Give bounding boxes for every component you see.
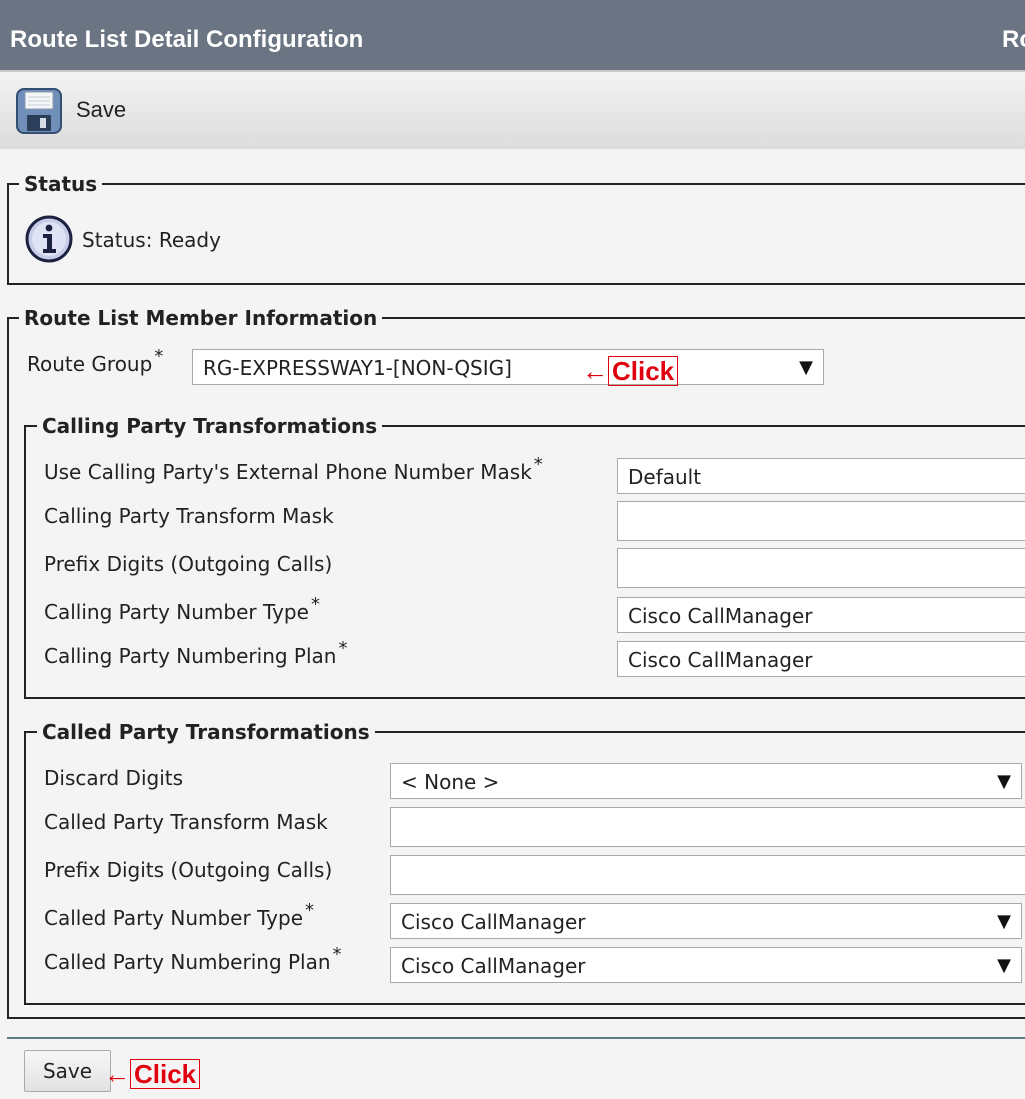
route-group-select[interactable]: RG-EXPRESSWAY1-[NON-QSIG] ▼: [192, 349, 824, 385]
called-transform-mask-label: Called Party Transform Mask: [44, 810, 328, 834]
click-annotation-route-group: ← Click: [582, 356, 679, 386]
called-party-legend: Called Party Transformations: [37, 720, 375, 744]
toolbar: Save: [0, 70, 1025, 149]
calling-transform-mask-input[interactable]: [617, 501, 1025, 541]
footer-divider: [7, 1037, 1025, 1039]
calling-party-legend: Calling Party Transformations: [37, 414, 383, 438]
status-text: Status: Ready: [82, 228, 221, 252]
called-number-type-label: Called Party Number Type *: [44, 900, 315, 930]
chevron-down-icon: ▼: [799, 357, 813, 378]
called-prefix-digits-label: Prefix Digits (Outgoing Calls): [44, 858, 333, 882]
calling-prefix-digits-label: Prefix Digits (Outgoing Calls): [44, 552, 333, 576]
status-legend: Status: [19, 172, 103, 196]
calling-number-type-label: Calling Party Number Type *: [44, 594, 320, 624]
called-transform-mask-input[interactable]: [390, 807, 1025, 847]
calling-transform-mask-label: Calling Party Transform Mask: [44, 504, 334, 528]
calling-numbering-plan-select[interactable]: Cisco CallManager: [617, 641, 1025, 677]
save-button[interactable]: Save: [24, 1050, 111, 1092]
called-number-type-select[interactable]: Cisco CallManager ▼: [390, 903, 1022, 939]
route-group-label: Route Group *: [27, 346, 164, 376]
required-marker: *: [332, 944, 342, 965]
floppy-disk-icon[interactable]: [15, 87, 63, 135]
calling-number-type-select[interactable]: Cisco CallManager: [617, 597, 1025, 633]
discard-digits-label: Discard Digits: [44, 766, 184, 790]
calling-ext-mask-label: Use Calling Party's External Phone Numbe…: [44, 454, 543, 484]
required-marker: *: [305, 900, 315, 921]
calling-prefix-digits-input[interactable]: [617, 548, 1025, 588]
page-title: Route List Detail Configuration: [10, 26, 364, 53]
info-icon: [25, 215, 73, 263]
header-right-text: Ro: [1002, 26, 1025, 53]
chevron-down-icon: ▼: [997, 955, 1011, 976]
discard-digits-select[interactable]: < None > ▼: [390, 763, 1022, 799]
click-annotation-save: ← Click: [104, 1059, 201, 1089]
chevron-down-icon: ▼: [997, 771, 1011, 792]
page-header: Route List Detail Configuration Ro: [0, 0, 1025, 70]
required-marker: *: [533, 454, 543, 475]
arrow-left-icon: ←: [104, 1059, 130, 1089]
toolbar-save-button[interactable]: Save: [76, 97, 126, 123]
arrow-left-icon: ←: [582, 356, 608, 386]
member-legend: Route List Member Information: [19, 306, 383, 330]
called-prefix-digits-input[interactable]: [390, 855, 1025, 895]
calling-numbering-plan-label: Calling Party Numbering Plan *: [44, 638, 348, 668]
called-numbering-plan-label: Called Party Numbering Plan *: [44, 944, 342, 974]
called-numbering-plan-select[interactable]: Cisco CallManager ▼: [390, 947, 1022, 983]
required-marker: *: [310, 594, 320, 615]
required-marker: *: [338, 638, 348, 659]
required-marker: *: [154, 346, 164, 367]
chevron-down-icon: ▼: [997, 911, 1011, 932]
calling-ext-mask-select[interactable]: Default: [617, 458, 1025, 494]
